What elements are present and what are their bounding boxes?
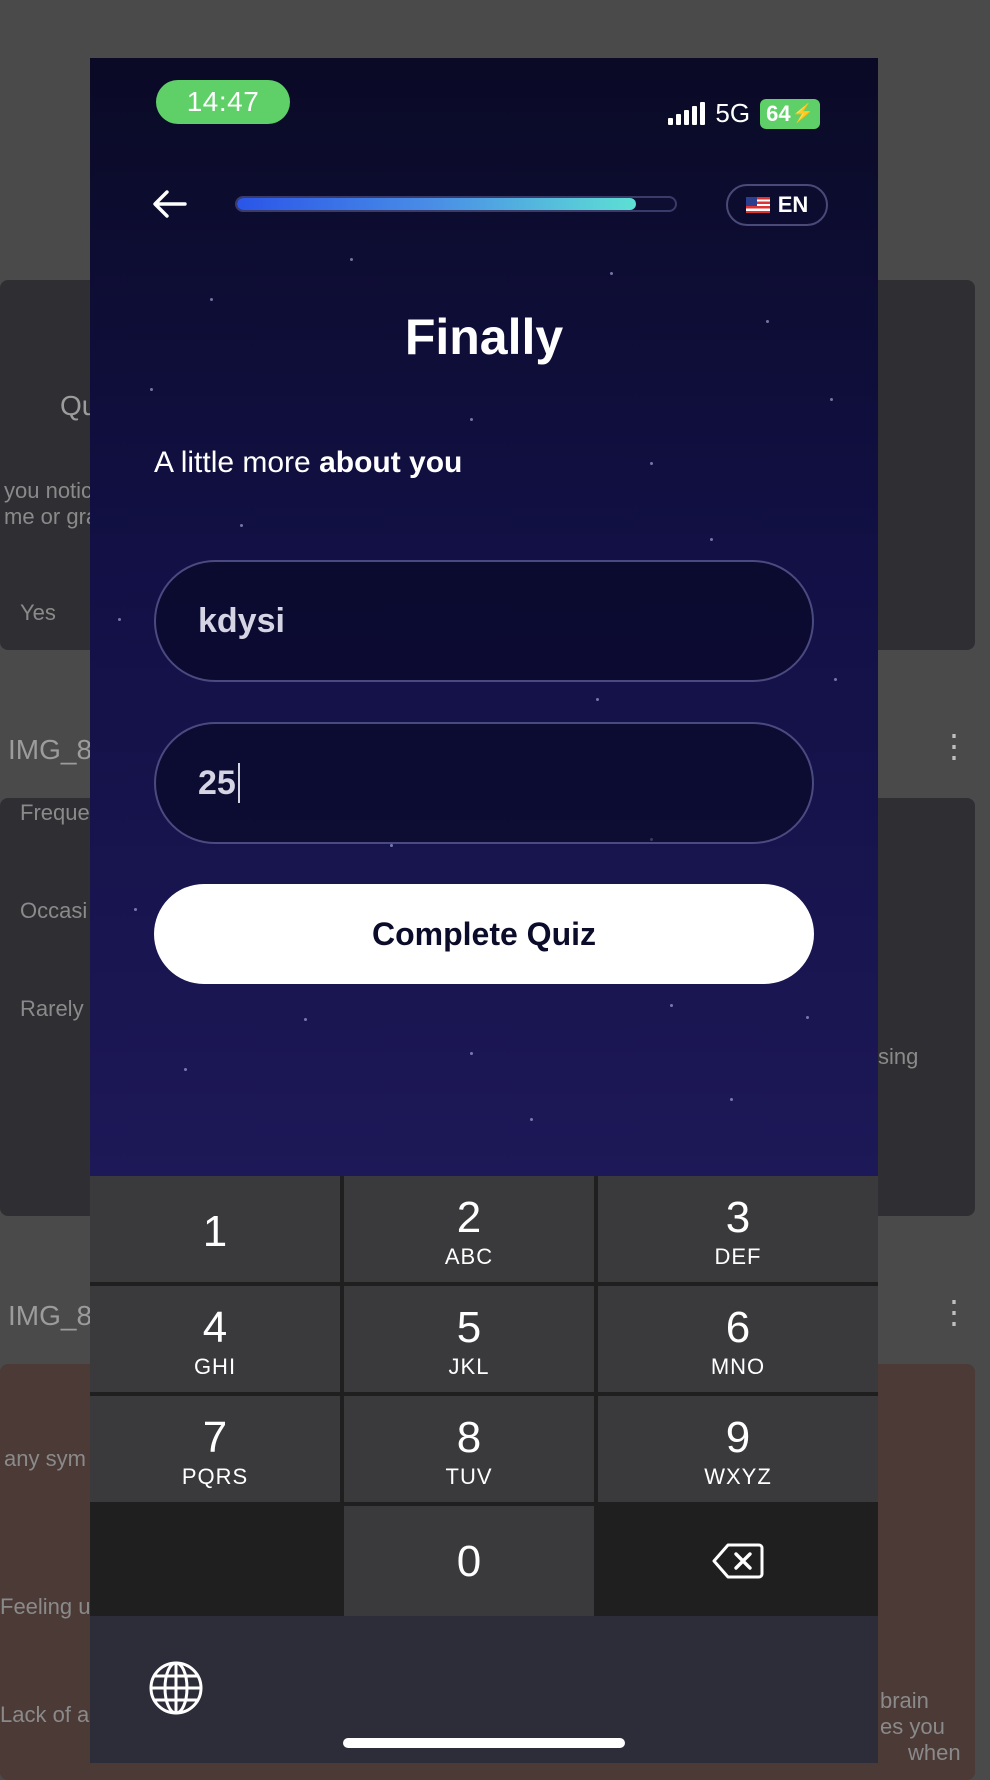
key-6[interactable]: 6 MNO <box>598 1286 878 1392</box>
background-text: IMG_8 <box>8 734 93 765</box>
subtitle-text: A little more <box>154 446 320 479</box>
phone-screen: 14:47 5G 64 ⚡ EN Finally A little more a… <box>90 58 878 1763</box>
background-text: Freque <box>20 800 90 825</box>
signal-icon <box>668 101 706 125</box>
home-indicator <box>343 1738 625 1748</box>
background-text: Yes <box>20 600 56 625</box>
subtitle: A little more about you <box>154 446 462 480</box>
key-4[interactable]: 4 GHI <box>90 1286 340 1392</box>
background-text: IMG_8 <box>8 1300 93 1331</box>
background-text: Feeling ur <box>0 1594 98 1619</box>
key-7[interactable]: 7 PQRS <box>90 1396 340 1502</box>
background-text: any sym <box>4 1446 86 1471</box>
key-letters: WXYZ <box>704 1464 772 1489</box>
battery-level: 64 <box>766 100 791 126</box>
language-button[interactable]: EN <box>726 184 828 226</box>
background-text: es you <box>880 1714 945 1739</box>
quiz-progress-bar <box>235 196 677 212</box>
background-text: Rarely c <box>20 996 101 1021</box>
language-label: EN <box>777 192 809 217</box>
battery-icon: 64 ⚡ <box>760 98 820 129</box>
age-value: 25 <box>198 763 236 802</box>
key-number: 5 <box>456 1303 482 1352</box>
arrow-left-icon <box>153 190 187 218</box>
status-time: 14:47 <box>156 80 290 124</box>
key-number: 9 <box>725 1413 751 1462</box>
background-text: brain <box>880 1688 929 1713</box>
page-title: Finally <box>404 309 564 365</box>
key-1[interactable]: 1 <box>90 1176 340 1282</box>
key-letters: DEF <box>714 1244 762 1269</box>
key-number: 4 <box>202 1303 228 1352</box>
key-letters: TUV <box>445 1464 493 1489</box>
more-icon[interactable]: ⋮ <box>938 1296 970 1328</box>
us-flag-icon <box>745 197 770 213</box>
text-caret <box>237 763 240 803</box>
background-text: when <box>908 1740 961 1765</box>
key-number: 8 <box>456 1413 482 1462</box>
age-input[interactable]: 25 <box>154 722 814 844</box>
numeric-keypad: 1 2 ABC 3 DEF 4 GHI 5 JKL 6 MNO 7 PQRS 8… <box>90 1176 878 1616</box>
key-number: 6 <box>725 1303 751 1352</box>
background-text: Occasi <box>20 898 88 923</box>
key-letters: GHI <box>193 1354 237 1379</box>
key-letters: MNO <box>710 1354 766 1379</box>
key-blank <box>90 1506 340 1616</box>
key-0[interactable]: 0 <box>344 1506 594 1616</box>
subtitle-bold: about you <box>319 446 463 479</box>
progress-fill <box>237 198 636 210</box>
background-text: me or gra <box>4 504 99 529</box>
key-9[interactable]: 9 WXYZ <box>598 1396 878 1502</box>
key-number: 2 <box>456 1193 482 1242</box>
complete-quiz-button[interactable]: Complete Quiz <box>154 884 814 984</box>
key-number: 3 <box>725 1193 751 1242</box>
globe-icon[interactable] <box>148 1660 204 1716</box>
network-label: 5G <box>715 98 751 128</box>
quiz-screen: 14:47 5G 64 ⚡ EN Finally A little more a… <box>90 58 878 1176</box>
background-text: sing <box>878 1044 919 1069</box>
key-letters: JKL <box>448 1354 490 1379</box>
key-8[interactable]: 8 TUV <box>344 1396 594 1502</box>
delete-key[interactable] <box>598 1506 878 1616</box>
backspace-icon <box>712 1543 764 1579</box>
name-input[interactable]: kdysi <box>154 560 814 682</box>
back-button[interactable] <box>152 186 188 222</box>
key-letters: PQRS <box>181 1464 249 1489</box>
name-value: kdysi <box>198 601 285 640</box>
key-2[interactable]: 2 ABC <box>344 1176 594 1282</box>
key-3[interactable]: 3 DEF <box>598 1176 878 1282</box>
more-icon[interactable]: ⋮ <box>938 730 970 762</box>
key-number: 7 <box>202 1413 228 1462</box>
key-number: 1 <box>202 1207 228 1256</box>
background-text: Lack of a <box>0 1702 90 1727</box>
charging-icon: ⚡ <box>791 103 814 123</box>
key-letters: ABC <box>444 1244 494 1269</box>
status-indicators: 5G 64 ⚡ <box>668 98 820 129</box>
key-5[interactable]: 5 JKL <box>344 1286 594 1392</box>
key-number: 0 <box>456 1537 482 1586</box>
background-text: you notic <box>4 478 93 503</box>
